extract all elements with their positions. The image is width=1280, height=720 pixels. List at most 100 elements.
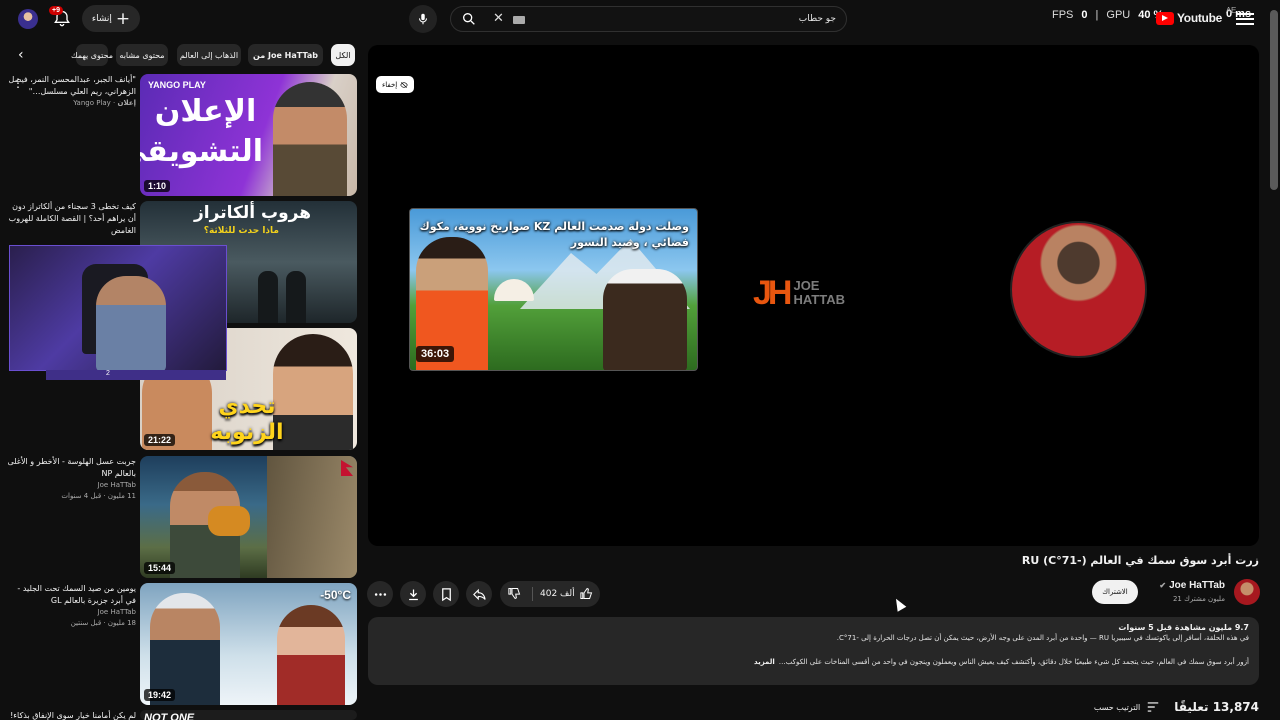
guide-menu-button[interactable] [1236,10,1254,28]
thumbnail-person [273,82,347,196]
sort-comments-button[interactable]: الترتيب حسب [1094,701,1160,713]
end-screen-subscribe-element[interactable] [1010,221,1147,358]
more-vert-icon[interactable]: ⋮ [12,76,24,90]
account-avatar[interactable] [18,9,38,29]
chip-travel[interactable]: الذهاب إلى العالم [177,44,241,66]
related-chips-bar: ‹ محتوى يهمك محتوى مشابه الذهاب إلى العا… [0,44,360,68]
voice-search-button[interactable] [409,5,437,33]
list-item[interactable]: 15:44 جربت عسل الهلوسة - الأخطر و الأغلى… [0,456,360,578]
thumbnail-subtext: ماذا حدث للثلاثة؟ [203,226,279,236]
video-title[interactable]: لم يكن أمامنا خيار سوى الإنفاق بذكاء! [6,710,136,720]
brand-name-line: JOE [793,278,820,293]
channel-name-row[interactable]: ✔ Joe HaTTab [1159,580,1225,591]
hamburger-icon [1236,13,1254,15]
fps-value: 0 [1081,9,1088,21]
sort-icon [1148,702,1159,712]
chip-from-channel[interactable]: من Joe HaTTab [248,44,323,66]
video-title: زرت أبرد سوق سمك في العالم (-71°C) RU [1021,554,1259,567]
channel-name[interactable]: Joe HaTTab [6,607,136,618]
chip-all[interactable]: الكل [331,44,355,66]
sort-label: الترتيب حسب [1093,702,1141,712]
channel-brand-logo: JH JOE HATTAB [753,275,845,311]
video-stats: 18 مليون · قبل سنتين [70,619,136,627]
list-item[interactable]: NOT ONE لم يكن أمامنا خيار سوى الإنفاق ب… [0,710,360,720]
video-stats: 11 مليون · قبل 4 سنوات [61,492,136,500]
video-thumbnail[interactable]: -50°C 19:42 [140,583,357,705]
list-item[interactable]: -50°C 19:42 يومين من صيد السمك تحت الجلي… [0,583,360,705]
video-thumbnail[interactable]: 15:44 [140,456,357,578]
channel-avatar[interactable] [1234,579,1260,605]
share-button[interactable] [466,581,492,607]
duration-badge: 1:10 [144,180,171,192]
video-meta: "أيانف الجبر، عبدالمحسن النمر، فيصل الزه… [6,74,136,109]
subscribe-button[interactable]: الاشتراك [1092,580,1138,604]
video-meta: لم يكن أمامنا خيار سوى الإنفاق بذكاء! [6,710,136,720]
end-screen-video-card[interactable]: وصلت دولة صدمت العالم KZ صواريخ نووية، م… [409,208,698,371]
create-label: إنشاء [91,13,112,24]
top-bar: +9 إنشاء + ✕ FPS 0 | GPU 40 % 0 ms Youtu… [0,0,1280,38]
notifications-badge: +9 [49,6,63,15]
video-meta: يومين من صيد السمك تحت الجليد - في أبرد … [6,583,136,629]
ad-badge: إعلان [117,99,136,107]
card-yurt [494,279,534,301]
search-input[interactable] [536,11,836,27]
search-icon [463,12,475,25]
dislike-button[interactable] [507,586,522,604]
notifications-button[interactable]: +9 [49,6,74,29]
show-more-button[interactable]: المزيد [754,658,775,666]
description-text: في هذه الحلقة، أسافر إلى ياكوتسك في سيبي… [836,634,1249,642]
youtube-logo[interactable]: Youtube AE [1155,6,1236,25]
keyboard-icon[interactable] [513,16,525,24]
video-thumbnail[interactable]: YANGO PLAY الإعلان التشويقي 1:10 [140,74,357,196]
duration-badge: 21:22 [144,434,176,446]
comments-count: 13,874 تعليقًا [1174,700,1259,714]
clear-search-icon[interactable]: ✕ [493,11,504,27]
thumbnail-logo-text: YANGO PLAY [148,80,206,90]
duration-badge: 15:44 [144,562,176,574]
search-button[interactable] [451,7,487,31]
video-title[interactable]: "أيانف الجبر، عبدالمحسن النمر، فيصل الزه… [6,74,136,98]
video-title[interactable]: كيف تخطى 3 سجناء من ألكاتراز دون أن يراه… [6,201,136,237]
save-button[interactable] [433,581,459,607]
divider [532,587,533,601]
brand-name: JOE HATTAB [793,279,845,307]
webcam-bar: 2 [46,370,226,380]
comments-header: 13,874 تعليقًا الترتيب حسب [1094,700,1259,714]
eye-off-icon [400,81,408,88]
like-dislike-group: 402 ألف [500,581,600,607]
youtube-play-icon [1155,11,1174,25]
page-scrollbar[interactable] [1270,10,1278,190]
like-button[interactable]: 402 ألف [540,586,594,601]
video-title[interactable]: جربت عسل الهلوسة - الأخطر و الأغلى بالعا… [6,456,136,480]
list-item[interactable]: YANGO PLAY الإعلان التشويقي 1:10 "أيانف … [0,74,360,196]
hide-end-cards-button[interactable]: إخفاء [376,76,415,93]
end-card-title: وصلت دولة صدمت العالم KZ صواريخ نووية، م… [419,220,689,249]
more-actions-button[interactable] [367,581,393,607]
search-box: ✕ [450,6,847,32]
channel-name: Joe HaTTab [1169,580,1225,591]
country-code: AE [1225,6,1236,15]
description-box[interactable]: 9.7 مليون مشاهدة قبل 5 سنوات في هذه الحل… [368,617,1259,685]
channel-name[interactable]: Joe HaTTab [6,480,136,491]
chip-recommended[interactable]: محتوى يهمك [71,44,113,66]
video-player[interactable]: إخفاء وصلت دولة صدمت العالم KZ صواريخ نو… [368,45,1259,546]
performance-overlay: FPS 0 | GPU 40 % 0 ms [1052,8,1252,21]
thumbnail-honeycomb [208,506,250,536]
channel-name[interactable]: Yango Play [73,99,111,107]
subscriber-count: 21 مليون مشترك [1172,595,1225,603]
thumbnail-figure [286,271,306,323]
streamer-webcam-overlay: 2 [9,245,227,380]
thumbnail-text: تحدي الزنوبه [210,394,284,445]
chevron-left-icon[interactable]: ‹ [18,47,36,65]
channel-line: إعلان · Yango Play [73,99,136,107]
thumbnail-text: هروب ألكاتراز [194,203,311,223]
overlay-separator: | [1095,9,1099,21]
chip-related[interactable]: محتوى مشابه [116,44,168,66]
view-count-date: 9.7 مليون مشاهدة قبل 5 سنوات [1118,623,1249,632]
thumbnail-figure [258,271,278,323]
video-title[interactable]: يومين من صيد السمك تحت الجليد - في أبرد … [6,583,136,607]
card-horse-rider [603,269,687,370]
create-button[interactable]: إنشاء + [82,5,140,32]
video-thumbnail[interactable]: NOT ONE [140,710,357,720]
download-button[interactable] [400,581,426,607]
